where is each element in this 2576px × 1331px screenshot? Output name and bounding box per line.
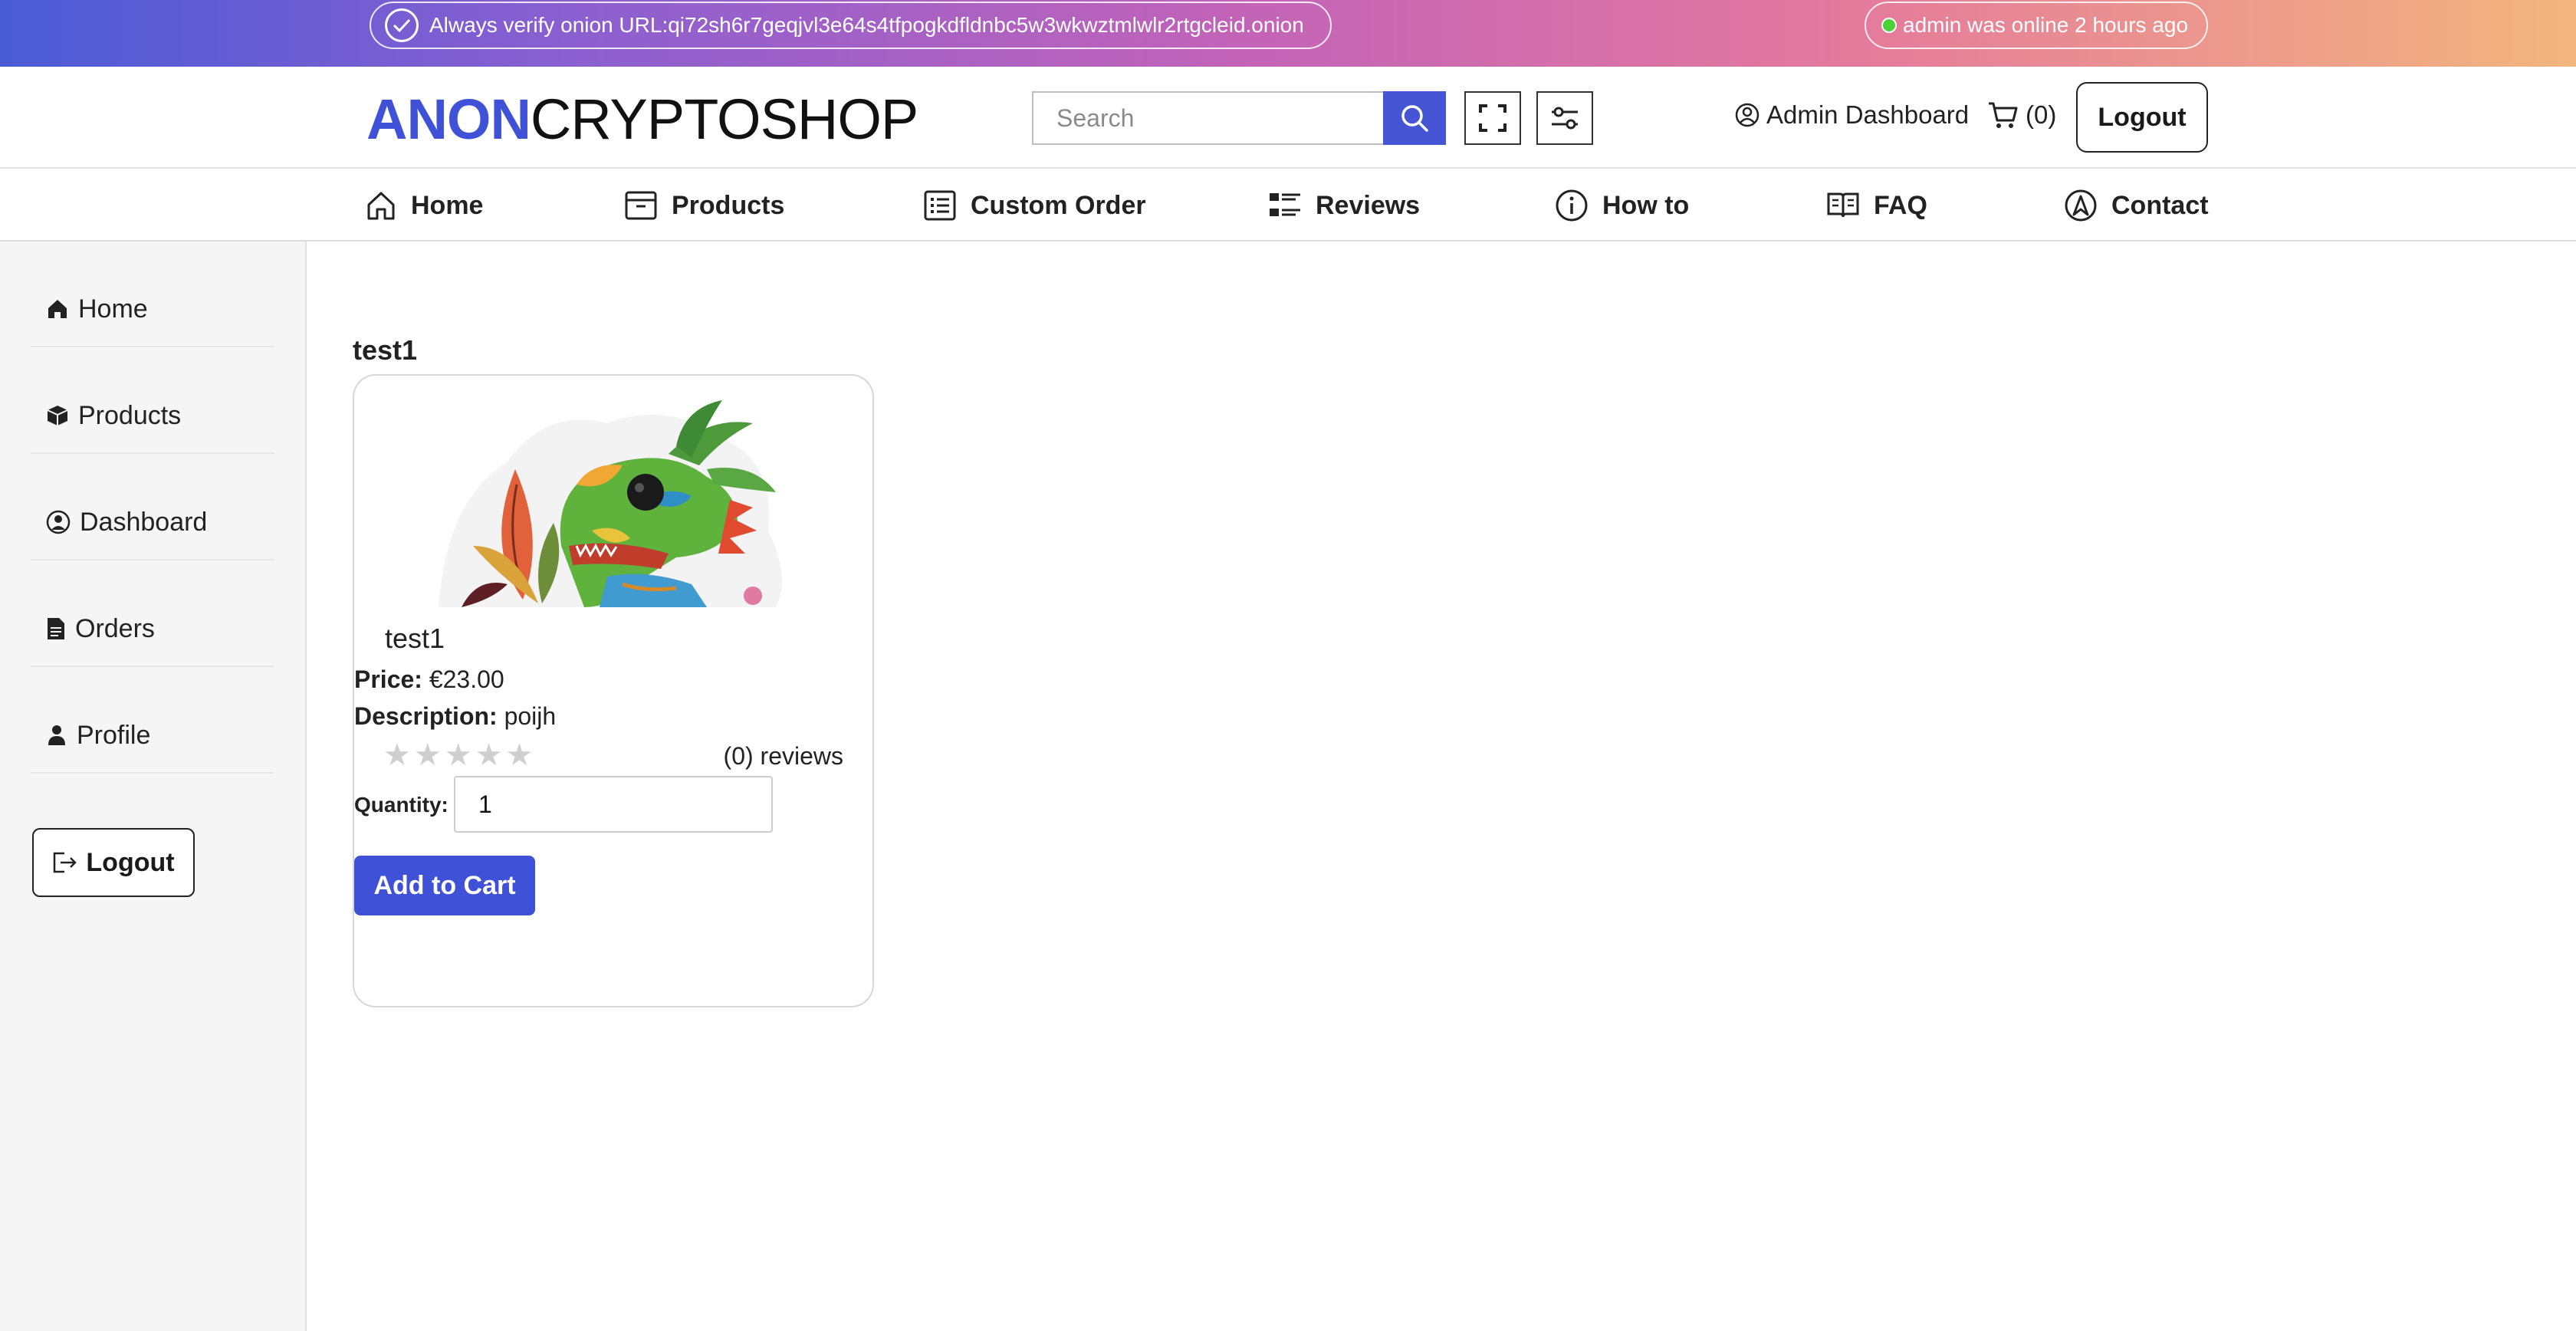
rating-stars-icon: ★★★★★ (383, 738, 537, 772)
sliders-icon (1552, 107, 1578, 130)
product-image[interactable] (416, 393, 799, 607)
sidebar-item-label: Products (78, 400, 182, 430)
sidebar-item-dashboard[interactable]: Dashboard (31, 485, 274, 560)
cart-link[interactable]: (0) (1987, 100, 2056, 130)
fullscreen-icon (1479, 104, 1506, 132)
logout-icon (54, 852, 77, 873)
search-icon (1401, 105, 1428, 132)
cart-icon (1989, 102, 2018, 128)
cart-count: (0) (2026, 100, 2057, 129)
onion-url-text: Always verify onion URL:qi72sh6r7geqjvl3… (429, 13, 1304, 37)
nav-custom-order-label: Custom Order (971, 190, 1146, 220)
person-icon (48, 725, 65, 745)
nav-faq-label: FAQ (1874, 190, 1927, 220)
nav-products-label: Products (672, 190, 785, 220)
product-card: test1 Price: €23.00 Description: poijh ★… (353, 374, 874, 1007)
check-circle-icon (385, 8, 419, 42)
online-dot-icon (1881, 18, 1897, 33)
nav-how-to-label: How to (1602, 190, 1690, 220)
sidebar-logout-label: Logout (86, 847, 175, 877)
book-icon (1827, 192, 1859, 218)
sidebar: Home Products Dashboard Orders Profile L… (0, 242, 307, 1331)
site-logo[interactable]: ANONCRYPTOSHOP (366, 87, 918, 152)
home-icon (48, 300, 67, 318)
sidebar-item-label: Profile (77, 720, 151, 750)
settings-toggle-button[interactable] (1536, 91, 1593, 145)
nav-reviews-label: Reviews (1316, 190, 1421, 220)
product-name[interactable]: test1 (385, 623, 445, 655)
top-banner: Always verify onion URL:qi72sh6r7geqjvl3… (0, 0, 2576, 67)
description-value: poijh (504, 702, 557, 730)
sidebar-item-label: Home (78, 294, 148, 324)
logo-anon: ANON (366, 87, 531, 151)
nav-custom-order[interactable]: Custom Order (923, 186, 1146, 225)
product-price: Price: €23.00 (354, 666, 504, 694)
fullscreen-button[interactable] (1464, 91, 1521, 145)
admin-dashboard-link[interactable]: Admin Dashboard (1734, 100, 1969, 130)
main-nav: Home Products Custom Order Reviews How t… (0, 169, 2576, 242)
box-icon (625, 191, 657, 220)
sidebar-item-label: Orders (75, 613, 155, 643)
admin-dashboard-label: Admin Dashboard (1766, 100, 1970, 129)
header-logout-button[interactable]: Logout (2076, 82, 2208, 153)
logo-cryptoshop: CRYPTOSHOP (530, 87, 918, 151)
nav-home[interactable]: Home (365, 186, 483, 225)
sidebar-item-profile[interactable]: Profile (31, 698, 274, 774)
info-icon (1556, 189, 1588, 222)
document-icon (48, 618, 64, 639)
nav-products[interactable]: Products (624, 186, 784, 225)
nav-reviews[interactable]: Reviews (1268, 186, 1420, 225)
sidebar-logout-button[interactable]: Logout (32, 828, 195, 897)
price-label: Price: (354, 666, 422, 693)
sidebar-item-products[interactable]: Products (31, 379, 274, 454)
home-icon (367, 192, 395, 220)
quantity-label: Quantity: (354, 793, 449, 817)
nav-contact-label: Contact (2111, 190, 2209, 220)
nav-faq[interactable]: FAQ (1826, 186, 1927, 225)
admin-online-status: admin was online 2 hours ago (1865, 2, 2208, 49)
online-status-text: admin was online 2 hours ago (1903, 13, 2189, 37)
nav-home-label: Home (411, 190, 484, 220)
contact-icon (2065, 189, 2097, 222)
sidebar-item-orders[interactable]: Orders (31, 592, 274, 667)
reviews-count[interactable]: (0) reviews (724, 742, 843, 771)
nav-how-to[interactable]: How to (1555, 186, 1689, 225)
search-button[interactable] (1383, 91, 1446, 145)
cube-icon (47, 406, 68, 426)
user-circle-icon (1735, 103, 1760, 127)
quantity-input[interactable] (454, 776, 773, 833)
add-to-cart-button[interactable]: Add to Cart (354, 856, 535, 915)
reviews-icon (1270, 193, 1300, 216)
section-title: test1 (353, 334, 418, 366)
description-label: Description: (354, 702, 498, 730)
search-input[interactable] (1032, 91, 1383, 145)
onion-url-notice: Always verify onion URL:qi72sh6r7geqjvl3… (370, 2, 1332, 49)
sidebar-item-label: Dashboard (80, 507, 208, 537)
nav-contact[interactable]: Contact (2064, 186, 2209, 225)
site-header: ANONCRYPTOSHOP Admin Dashboard (0, 67, 2576, 169)
product-description: Description: poijh (354, 702, 556, 731)
user-circle-icon (46, 510, 71, 534)
sidebar-item-home[interactable]: Home (31, 272, 274, 347)
search-bar (1032, 91, 1446, 145)
list-icon (924, 190, 956, 221)
price-value: €23.00 (429, 666, 504, 693)
